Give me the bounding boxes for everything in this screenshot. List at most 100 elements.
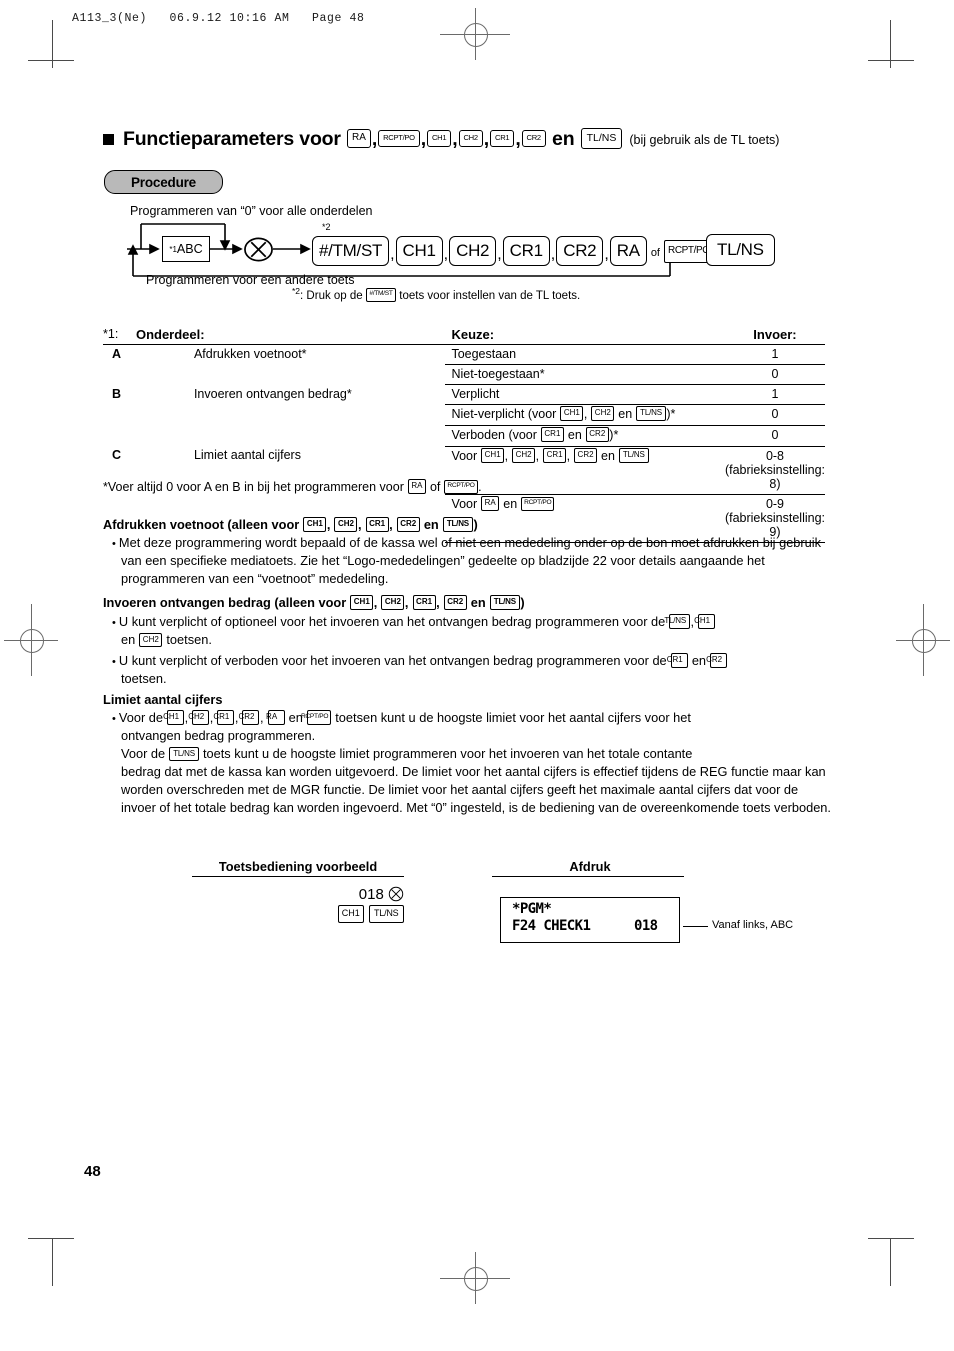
bullet-2-en: en [691,653,707,668]
table-row: B Invoeren ontvangen bedrag* Verplicht 1 [103,384,825,405]
key-rcptpo: RCPT/PO [301,710,332,725]
key-ch1: CH1 [694,614,716,629]
key-ra: RA [481,496,500,511]
key-ch1: CH1 [560,406,584,421]
flow-key-cr1: CR1 [502,236,550,266]
key-cr1: CR1 [213,710,235,725]
key-ch1: CH1 [426,130,452,147]
key-rcptpo: RCPT/PO [444,479,478,494]
crop-mark-bottom-right [890,1238,891,1286]
flow-abc-box: *1 ABC [162,236,210,262]
table-note-prefix: *1: [103,327,119,341]
multiply-circle-icon [388,886,404,902]
flow-footnote-key: #/TM/ST [366,287,396,302]
bullet-1-line2a: en [121,632,136,648]
flow-caption-bottom: Programmeren voor een andere toets [146,273,355,287]
example-heading-left: Toetsbediening voorbeeld [218,859,378,874]
registration-mark-left [4,604,58,676]
key-ch2: CH2 [512,448,536,463]
flow-key-ch2: CH2 [449,236,497,266]
key-tlns: TL/NS [618,448,649,463]
receipt-callout-label: Vanaf links, ABC [712,919,794,931]
key-ch1: CH1 [163,710,185,725]
receipt-line-2-right: 018 [634,918,658,934]
row-value: 0 [724,425,825,447]
key-ch2: CH2 [381,595,405,610]
example-key-row: CH1 TL/NS [240,905,404,924]
section-heading-en: en [423,517,439,532]
square-bullet-icon [103,134,114,145]
key-cr2: CR2 [574,448,598,463]
bullet-2-line2: toetsen. [121,671,167,687]
section-bullet-text: Met deze programmering wordt bepaald of … [118,534,822,587]
bullet-1-line2b: toetsen. [166,632,212,648]
flow-key-tmst: #/TM/ST [312,236,390,266]
flow-footnote-after: toets voor instellen van de TL toets. [399,289,581,302]
key-cr1: CR1 [540,427,564,442]
body-bullet-2: • U kunt verplicht of verboden voor het … [103,652,833,688]
key-cr2: CR2 [521,130,546,147]
flow-star2-marker: *2 [322,222,331,232]
flow-abc-label: ABC [176,242,203,256]
row-choice: Niet-toegestaan* [445,364,725,385]
flow-key-ra: RA [609,236,647,266]
section-invoeren-ontvangen-bedrag: Invoeren ontvangen bedrag (alleen voor C… [103,594,833,612]
receipt-line-2-left: F24 CHECK1 [512,918,591,934]
row-choice: Voor CH1, CH2, CR1, CR2 en TL/NS [445,446,725,495]
row-item-a: Afdrukken voetnoot* [193,347,307,361]
flow-abc-superscript: *1 [169,244,177,254]
key-tlns: TL/NS [169,746,199,762]
flow-footnote: *2: Druk op de #/TM/ST toets voor instel… [292,286,580,303]
section-heading-before: Afdrukken voetnoot (alleen voor [103,517,300,532]
bullet-3-line2: ontvangen bedrag programmeren. [121,728,316,744]
key-tlns: TL/NS [636,406,666,421]
key-ra: RA [346,129,371,148]
key-ch2: CH2 [458,130,483,147]
table-row: Niet-verplicht (voor CH1, CH2 en TL/NS)*… [103,404,825,426]
key-ch2: CH2 [591,406,615,421]
key-tlns: TL/NS [580,128,623,149]
key-cr2: CR2 [396,517,420,532]
bullet-3-line3a: Voor de [121,746,166,762]
receipt-line-1: *PGM* [512,901,552,917]
crop-mark-bottom-right-h [868,1238,914,1239]
crop-mark-top-left-h [28,60,74,61]
section-heading-after: ) [473,517,478,532]
registration-mark-top [440,8,510,60]
table-footnote-mid: of [429,480,441,494]
example-rule-right [492,876,684,877]
section-heading: Afdrukken voetnoot (alleen voor CH1, CH2… [103,517,478,532]
flow-key-tlns-wrap: TL/NS [706,234,775,266]
section-heading-before: Invoeren ontvangen bedrag (alleen voor [103,595,347,610]
key-rcptpo: RCPT/PO [378,130,420,147]
flow-of-label: of [650,247,660,259]
key-ch1: CH1 [337,905,364,923]
crop-mark-bottom-left [52,1238,53,1286]
row-value: 0 [724,364,825,385]
section-heading: Limiet aantal cijfers [103,692,223,707]
crop-mark-bottom-left-h [28,1238,74,1239]
key-cr1: CR1 [412,595,436,610]
section-heading-en: en [470,595,486,610]
key-ch2: CH2 [188,710,210,725]
table-header-keuze: Keuze: [451,327,495,342]
title-en: en [552,128,575,150]
flow-caption-top: Programmeren van “0” voor alle onderdele… [130,204,373,218]
key-cr2: CR2 [238,710,260,725]
row-item-b: Invoeren ontvangen bedrag* [193,386,352,401]
receipt-callout-line [683,926,708,928]
row-id-b: B [112,386,122,401]
registration-mark-right [896,604,950,676]
row-choice: Niet-verplicht (voor CH1, CH2 en TL/NS)* [445,404,725,426]
table-row: Verboden (voor CR1 en CR2)* 0 [103,425,825,447]
table-header-onderdeel: Onderdeel: [135,327,205,342]
key-cr2: CR2 [706,653,728,668]
key-cr2: CR2 [443,595,467,610]
flow-footnote-marker: *2 [292,286,301,296]
key-ch2: CH2 [139,632,163,648]
flow-key-tlns: TL/NS [706,234,775,266]
bullet-3-line1b: toetsen kunt u de hoogste limiet voor he… [335,709,691,725]
table-row: Niet-toegestaan* 0 [103,364,825,385]
print-slug: A113_3(Ne) 06.9.12 10:16 AM Page 48 [72,12,365,25]
body-bullet-1: • U kunt verplicht of optioneel voor het… [103,613,833,649]
